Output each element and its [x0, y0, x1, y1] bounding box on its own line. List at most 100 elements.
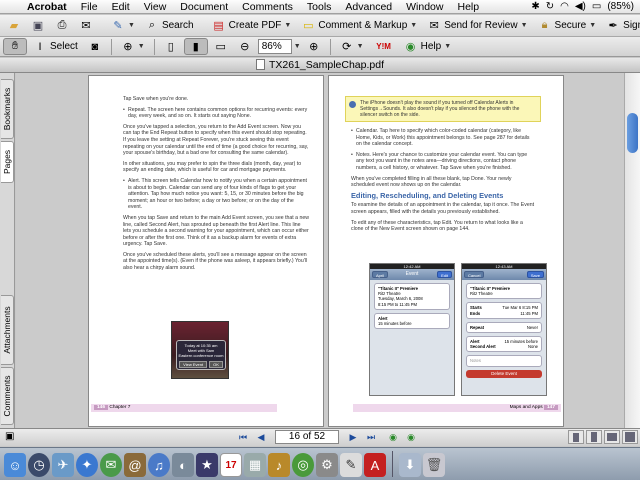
first-page-button[interactable]: ⏮︎ [235, 430, 251, 444]
mail-icon[interactable]: ✈ [52, 453, 74, 477]
actual-size-icon: ▯ [167, 41, 174, 53]
menu-view[interactable]: View [137, 1, 174, 13]
yahoo-icon: Y!M [376, 42, 391, 51]
save-button[interactable]: ▣ [27, 17, 49, 34]
tab-pages[interactable]: Pages [1, 141, 14, 183]
fit-page-icon: ▮ [192, 41, 199, 53]
garageband-icon[interactable]: ♪ [268, 453, 290, 477]
pdf-document-icon [256, 59, 265, 70]
battery-icon[interactable]: ▭ [592, 1, 601, 12]
dock: ☺ ◷ ✈ ✦ ✉ @ ♫ ◐ ★ 17 ▦ ♪ ◎ ⚙ ✎ A ⬇ 🗑︎ [0, 447, 640, 480]
back-icon: ◉ [389, 431, 397, 442]
previous-page-button[interactable]: ◀ [253, 430, 269, 444]
email-button[interactable]: ✉ [75, 17, 97, 34]
vertical-scrollbar[interactable] [624, 73, 640, 428]
navigation-pane-tabs: Bookmarks Pages Attachments Comments [0, 73, 15, 428]
facing-icon [607, 433, 617, 441]
continuous-icon [591, 432, 597, 442]
menu-help[interactable]: Help [450, 1, 486, 13]
address-book-icon[interactable]: @ [124, 453, 146, 477]
iphoto-icon[interactable]: ◐ [172, 453, 194, 477]
itunes-icon[interactable]: ♫ [148, 453, 170, 477]
zoom-in-button[interactable]: ⊕ [303, 38, 325, 55]
menu-edit[interactable]: Edit [105, 1, 137, 13]
status-icon[interactable]: ▣ [5, 431, 14, 442]
menu-document[interactable]: Document [173, 1, 235, 13]
safari-icon[interactable]: ✦ [76, 453, 98, 477]
single-page-layout-button[interactable] [568, 430, 584, 444]
tab-bookmarks[interactable]: Bookmarks [1, 79, 14, 139]
snapshot-button[interactable]: ◙ [84, 38, 106, 55]
minus-icon: ⊖ [240, 41, 250, 53]
volume-icon[interactable]: ◀) [575, 1, 586, 12]
fit-width-icon: ▭ [215, 41, 226, 53]
secure-button[interactable]: 🔒︎ Secure ▼ [534, 17, 601, 34]
menu-window[interactable]: Window [399, 1, 450, 13]
plus-icon: ⊕ [309, 41, 319, 53]
pencil-icon: ✎ [113, 20, 123, 32]
wifi-icon[interactable]: ◠ [560, 1, 569, 12]
send-review-icon: ✉ [429, 20, 439, 32]
time-machine-icon[interactable]: ◎ [292, 453, 314, 477]
menu-file[interactable]: File [74, 1, 105, 13]
open-button[interactable]: ▰ [3, 17, 25, 34]
imovie-icon[interactable]: ★ [196, 453, 218, 477]
ichat-icon[interactable]: ✉ [100, 453, 122, 477]
menu-comments[interactable]: Comments [235, 1, 300, 13]
zoom-dropdown-icon[interactable]: ▼ [294, 43, 301, 50]
textedit-icon[interactable]: ✎ [340, 453, 362, 477]
trash-icon[interactable]: 🗑︎ [423, 453, 445, 477]
menu-tools[interactable]: Tools [300, 1, 339, 13]
tab-comments[interactable]: Comments [1, 367, 14, 425]
finder-icon[interactable]: ☺ [4, 453, 26, 477]
continuous-layout-button[interactable] [586, 430, 602, 444]
search-button[interactable]: ⌕ Search [141, 17, 198, 34]
file-toolbar: ▰ ▣ ⎙ ✉ ✎ ▼ ⌕ Search ▤ Create PDF ▼ ▭ Comment… [0, 15, 640, 37]
left-page-text: Tap Save when you're done. Repeat. The sc… [123, 96, 309, 276]
zoom-out-button[interactable]: ⊖ [234, 38, 256, 55]
go-back-button[interactable]: ◉ [385, 430, 401, 444]
folder-icon: ▰ [9, 20, 19, 32]
help-button[interactable]: ◉ Help ▼ [400, 38, 456, 55]
page-number-field[interactable]: 16 of 52 [275, 430, 339, 444]
paragraph: Repeat. The screen here contains common … [123, 107, 309, 120]
actual-size-button[interactable]: ▯ [160, 38, 182, 55]
select-tool-button[interactable]: I Select [29, 38, 82, 55]
rotate-button[interactable]: ⟳ ▼ [336, 38, 368, 55]
send-review-button[interactable]: ✉ Send for Review ▼ [423, 17, 531, 34]
zoom-tool-button[interactable]: ⊕ ▼ [117, 38, 149, 55]
tab-attachments[interactable]: Attachments [1, 295, 14, 365]
menu-acrobat[interactable]: Acrobat [20, 1, 74, 13]
sign-button[interactable]: ✒Sign▼ [602, 17, 640, 34]
ical-icon[interactable]: 17 [220, 453, 242, 477]
chevron-down-icon: ▼ [128, 22, 135, 29]
system-prefs-icon[interactable]: ⚙ [316, 453, 338, 477]
comment-markup-button[interactable]: ▭ Comment & Markup ▼ [297, 17, 421, 34]
dashboard-icon[interactable]: ◷ [28, 453, 50, 477]
tools-button[interactable]: ✎ ▼ [107, 17, 139, 34]
bluetooth-icon[interactable]: ✱ [531, 1, 539, 12]
zoom-input[interactable]: 86% [257, 39, 292, 54]
fit-width-button[interactable]: ▭ [210, 38, 232, 55]
document-canvas[interactable]: Tap Save when you're done. Repeat. The sc… [16, 73, 624, 428]
preview-icon[interactable]: ▦ [244, 453, 266, 477]
scroll-thumb[interactable] [627, 113, 638, 153]
hand-tool-button[interactable]: ✋︎ [3, 38, 27, 55]
single-page-icon [573, 432, 579, 442]
fit-page-button[interactable]: ▮ [183, 38, 208, 55]
acrobat-icon[interactable]: A [364, 453, 386, 477]
create-pdf-button[interactable]: ▤ Create PDF ▼ [208, 17, 296, 34]
go-forward-button[interactable]: ◉ [403, 430, 419, 444]
facing-layout-button[interactable] [604, 430, 620, 444]
battery-percent[interactable]: (85%) [607, 1, 634, 12]
menu-advanced[interactable]: Advanced [338, 1, 399, 13]
page-147: The iPhone doesn't play the sound if you… [328, 75, 564, 427]
last-page-button[interactable]: ⏭︎ [363, 430, 379, 444]
downloads-icon[interactable]: ⬇ [399, 453, 421, 477]
hand-icon: ✋︎ [11, 40, 19, 52]
next-page-button[interactable]: ▶ [345, 430, 361, 444]
print-button[interactable]: ⎙ [51, 17, 73, 34]
sync-icon[interactable]: ↻ [546, 1, 554, 12]
continuous-facing-layout-button[interactable] [622, 430, 638, 444]
yahoo-toolbar-button[interactable]: Y!M [370, 38, 398, 55]
